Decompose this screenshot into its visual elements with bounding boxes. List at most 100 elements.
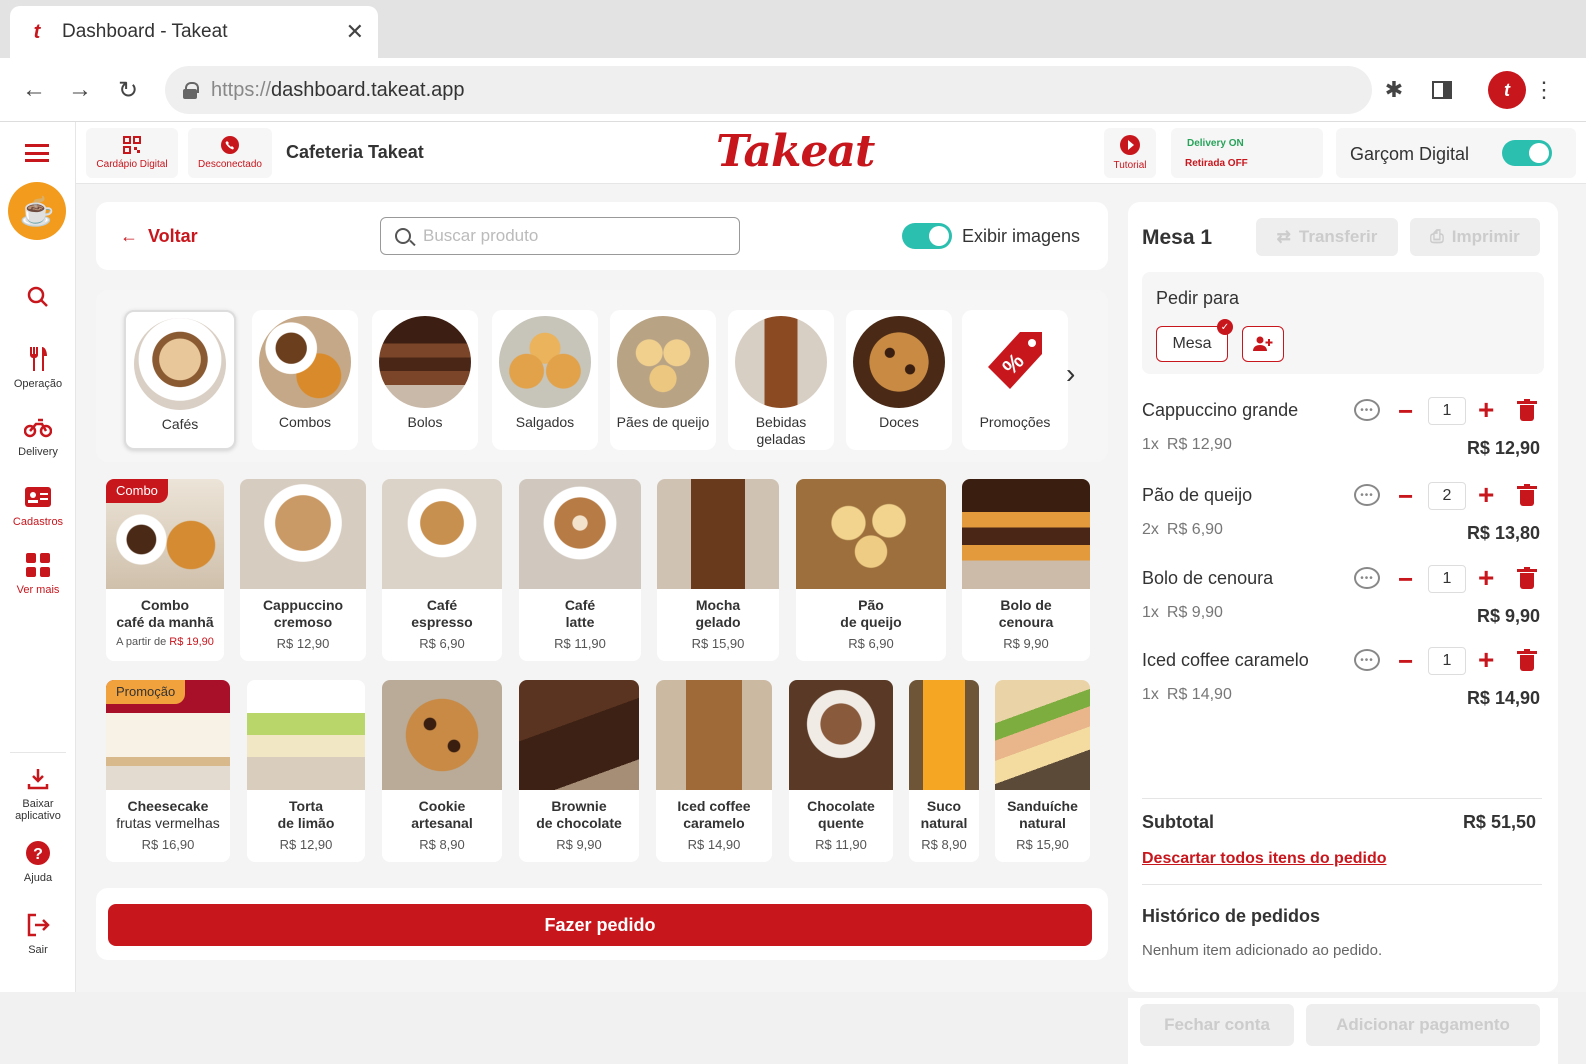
extensions-puzzle-icon[interactable]: ✱	[1380, 76, 1408, 104]
product-card[interactable]: Iced coffee caramelo R$ 14,90	[656, 680, 772, 862]
product-card[interactable]: Suco natural R$ 8,90	[909, 680, 979, 862]
sidebar-item-label: Baixar aplicativo	[15, 798, 61, 822]
table-option-button[interactable]: Mesa ✓	[1156, 319, 1233, 362]
product-card[interactable]: Brownie de chocolate R$ 9,90	[519, 680, 639, 862]
product-card[interactable]: Sanduíche natural R$ 15,90	[995, 680, 1090, 862]
browser-tab[interactable]: t Dashboard - Takeat ✕	[10, 6, 378, 58]
category-promocoes[interactable]: % Promoções	[962, 310, 1068, 450]
add-user-icon	[1253, 336, 1273, 351]
reload-icon[interactable]: ↻	[112, 74, 144, 106]
table-title: Mesa 1	[1142, 226, 1213, 249]
delivery-status-box[interactable]: Delivery ON Retirada OFF ⚙	[1171, 128, 1396, 178]
decrease-button[interactable]: −	[1398, 564, 1413, 595]
play-icon	[1120, 135, 1140, 158]
comment-icon[interactable]: •••	[1354, 649, 1380, 671]
discard-items-link[interactable]: Descartar todos itens do pedido	[1142, 850, 1386, 868]
decrease-button[interactable]: −	[1398, 396, 1413, 427]
back-button[interactable]: ← Voltar	[120, 226, 198, 247]
sidebar-item-operacao[interactable]: Operação	[0, 344, 76, 390]
product-name: cenoura	[998, 614, 1054, 630]
tutorial-button[interactable]: Tutorial	[1104, 128, 1156, 178]
more-vert-icon[interactable]: ⋮	[1530, 76, 1558, 104]
comment-icon[interactable]: •••	[1354, 399, 1380, 421]
product-image	[519, 680, 639, 790]
product-card[interactable]: Torta de limão R$ 12,90	[247, 680, 365, 862]
order-panel-footer: Fechar conta Adicionar pagamento	[1128, 998, 1558, 1064]
place-order-button[interactable]: Fazer pedido	[108, 904, 1092, 946]
category-bolos[interactable]: Bolos	[372, 310, 478, 450]
category-doces[interactable]: Doces	[846, 310, 952, 450]
quantity-input[interactable]: 2	[1428, 482, 1466, 510]
show-images-toggle[interactable]	[902, 223, 952, 249]
sidebar-item-delivery[interactable]: Delivery	[0, 412, 76, 458]
product-card[interactable]: Pão de queijo R$ 6,90	[796, 479, 946, 661]
order-item: Iced coffee caramelo 1x R$ 14,90 R$ 14,90…	[1142, 644, 1546, 724]
sidebar-search[interactable]	[0, 282, 76, 312]
product-card[interactable]: Mocha gelado R$ 15,90	[657, 479, 779, 661]
tab-title: Dashboard - Takeat	[62, 21, 228, 42]
category-cafes[interactable]: Cafés	[124, 310, 236, 450]
product-card[interactable]: Chocolate quente R$ 11,90	[789, 680, 893, 862]
quantity-input[interactable]: 1	[1428, 397, 1466, 425]
hamburger-menu-icon[interactable]	[25, 144, 49, 162]
product-name: artesanal	[411, 815, 473, 831]
product-card[interactable]: Cookie artesanal R$ 8,90	[382, 680, 502, 862]
increase-button[interactable]: +	[1478, 644, 1494, 676]
close-bill-button[interactable]: Fechar conta	[1140, 1004, 1294, 1046]
product-name: gelado	[695, 614, 741, 630]
decrease-button[interactable]: −	[1398, 646, 1413, 677]
sidebar-item-ver-mais[interactable]: Ver mais	[0, 550, 76, 596]
category-paes-de-queijo[interactable]: Pães de queijo	[610, 310, 716, 450]
trash-icon[interactable]	[1517, 484, 1537, 506]
digital-menu-label: Cardápio Digital	[96, 159, 168, 170]
category-combos[interactable]: Combos	[252, 310, 358, 450]
back-label: Voltar	[148, 226, 198, 246]
product-card[interactable]: Cappuccino cremoso R$ 12,90	[240, 479, 366, 661]
add-payment-button[interactable]: Adicionar pagamento	[1306, 1004, 1540, 1046]
quantity-input[interactable]: 1	[1428, 565, 1466, 593]
url-field[interactable]: https://dashboard.takeat.app	[165, 66, 1372, 114]
sidebar-item-cadastros[interactable]: Cadastros	[0, 482, 76, 528]
store-name: Cafeteria Takeat	[286, 142, 424, 162]
category-bebidas-geladas[interactable]: Bebidas geladas	[728, 310, 834, 450]
digital-waiter-toggle[interactable]	[1502, 140, 1552, 166]
product-card[interactable]: Café espresso R$ 6,90	[382, 479, 502, 661]
back-arrow-icon[interactable]: ←	[18, 74, 50, 106]
decrease-button[interactable]: −	[1398, 481, 1413, 512]
product-card[interactable]: Promoção Cheesecake frutas vermelhas R$ 1…	[106, 680, 230, 862]
takeat-favicon-icon: t	[33, 20, 41, 43]
category-salgados[interactable]: Salgados	[492, 310, 598, 450]
sidebar-item-download-app[interactable]: Baixar aplicativo	[0, 764, 76, 822]
quantity-input[interactable]: 1	[1428, 647, 1466, 675]
trash-icon[interactable]	[1517, 649, 1537, 671]
sidebar-item-label: Sair	[28, 944, 48, 956]
print-button[interactable]: ⎙ Imprimir	[1410, 218, 1540, 256]
increase-button[interactable]: +	[1478, 479, 1494, 511]
comment-icon[interactable]: •••	[1354, 567, 1380, 589]
product-image	[240, 479, 366, 589]
product-name: Torta	[289, 798, 323, 814]
connection-status-button[interactable]: Desconectado	[188, 128, 272, 178]
close-tab-icon[interactable]: ✕	[346, 19, 364, 45]
sidebar-item-help[interactable]: ? Ajuda	[0, 838, 76, 884]
side-panel-icon[interactable]	[1428, 76, 1456, 104]
forward-arrow-icon[interactable]: →	[64, 74, 96, 106]
transfer-button[interactable]: ⇄ Transferir	[1256, 218, 1398, 256]
add-user-button[interactable]	[1242, 326, 1284, 362]
product-card[interactable]: Combo Combo café da manhã A partir de R$ …	[106, 479, 224, 661]
product-card[interactable]: Café latte R$ 11,90	[519, 479, 641, 661]
product-card[interactable]: Bolo de cenoura R$ 9,90	[962, 479, 1090, 661]
sidebar: ☕ Operação Delivery Cadastros Ver mais B…	[0, 122, 76, 992]
chevron-right-icon[interactable]: ›	[1066, 358, 1075, 390]
trash-icon[interactable]	[1517, 567, 1537, 589]
transfer-icon: ⇄	[1276, 227, 1291, 246]
profile-avatar[interactable]: t	[1488, 71, 1526, 109]
trash-icon[interactable]	[1517, 399, 1537, 421]
sidebar-item-logout[interactable]: Sair	[0, 910, 76, 956]
increase-button[interactable]: +	[1478, 562, 1494, 594]
increase-button[interactable]: +	[1478, 394, 1494, 426]
product-search-input[interactable]: Buscar produto	[380, 217, 740, 255]
sidebar-divider	[10, 752, 66, 753]
comment-icon[interactable]: •••	[1354, 484, 1380, 506]
digital-menu-button[interactable]: Cardápio Digital	[86, 128, 178, 178]
